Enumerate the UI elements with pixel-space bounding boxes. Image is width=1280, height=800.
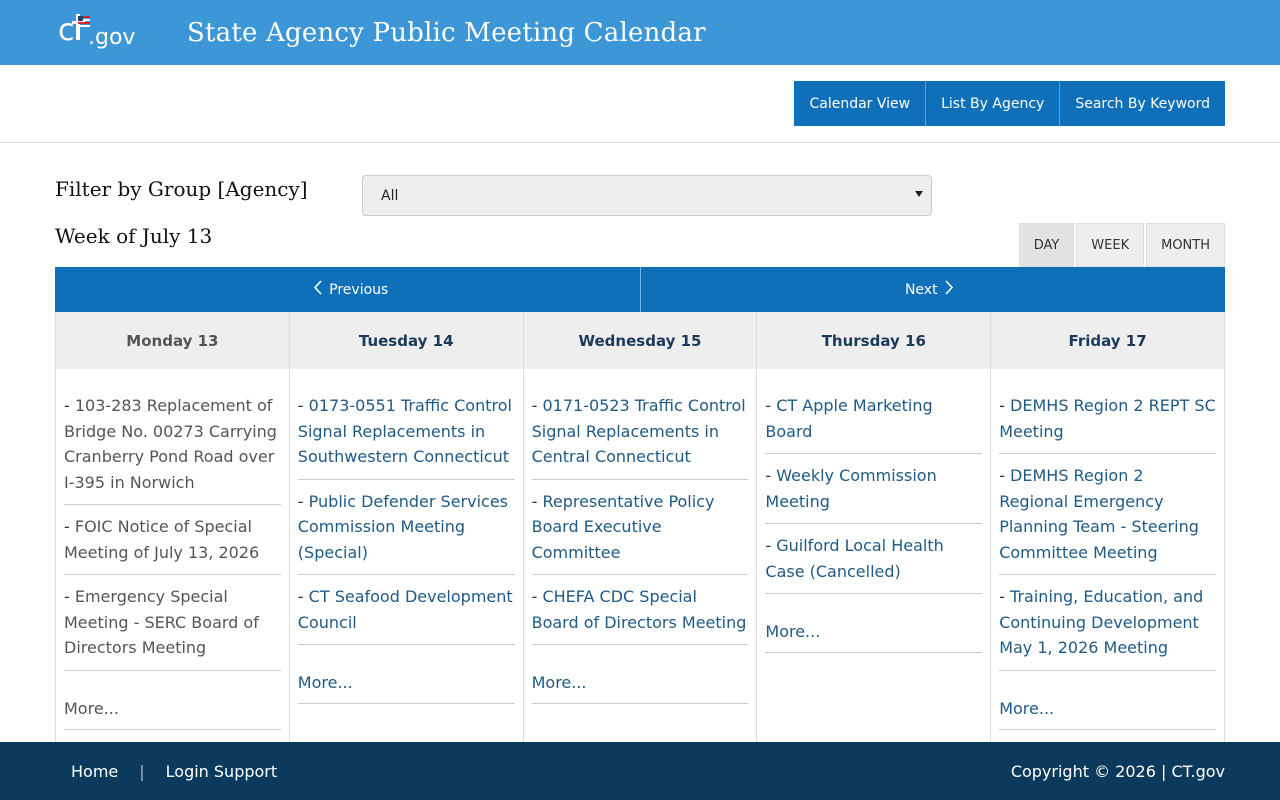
- day-header: Tuesday 14: [289, 312, 523, 369]
- day-events: - DEMHS Region 2 REPT SC Meeting - DEMHS…: [991, 369, 1224, 730]
- view-nav-bar: Calendar View List By Agency Search By K…: [0, 65, 1280, 143]
- tab-calendar-view[interactable]: Calendar View: [794, 81, 927, 126]
- day-header: Monday 13: [56, 312, 289, 369]
- chevron-right-icon: [944, 280, 954, 299]
- day-column-wednesday: Wednesday 15 - 0171-0523 Traffic Control…: [523, 312, 758, 742]
- tab-list-by-agency[interactable]: List By Agency: [926, 81, 1061, 126]
- agency-group-select[interactable]: All: [362, 175, 932, 216]
- event-item[interactable]: - DEMHS Region 2 Regional Emergency Plan…: [999, 463, 1216, 575]
- site-footer: Home | Login Support Copyright © 2026 | …: [0, 742, 1280, 800]
- event-item[interactable]: - Guilford Local Health Case (Cancelled): [765, 533, 983, 594]
- week-heading: Week of July 13: [55, 224, 213, 248]
- event-title[interactable]: CT Apple Marketing Board: [765, 396, 932, 441]
- event-title[interactable]: 0171-0523 Traffic Control Signal Replace…: [532, 396, 746, 466]
- event-item[interactable]: - FOIC Notice of Special Meeting of July…: [64, 514, 281, 575]
- event-item[interactable]: - CT Seafood Development Council: [297, 584, 515, 645]
- previous-label: Previous: [329, 281, 389, 298]
- month-view-button[interactable]: MONTH: [1146, 223, 1225, 267]
- event-item[interactable]: - CT Apple Marketing Board: [765, 393, 983, 454]
- day-column-friday: Friday 17 - DEMHS Region 2 REPT SC Meeti…: [991, 312, 1224, 742]
- ct-gov-logo-icon: c .gov: [58, 13, 135, 50]
- event-item[interactable]: - 103-283 Replacement of Bridge No. 0027…: [64, 393, 281, 505]
- event-item[interactable]: - Representative Policy Board Executive …: [531, 489, 749, 575]
- event-item[interactable]: - Weekly Commission Meeting: [765, 463, 983, 524]
- chevron-left-icon: [313, 280, 322, 299]
- agency-select-value: All: [381, 187, 399, 204]
- event-title[interactable]: Training, Education, and Continuing Deve…: [999, 587, 1203, 657]
- filter-label: Filter by Group [Agency]: [55, 177, 308, 201]
- range-buttons: DAY WEEK MONTH: [1017, 223, 1225, 267]
- event-title[interactable]: DEMHS Region 2 REPT SC Meeting: [999, 396, 1216, 441]
- event-title[interactable]: CHEFA CDC Special Board of Directors Mee…: [532, 587, 747, 632]
- event-title[interactable]: 0173-0551 Traffic Control Signal Replace…: [298, 396, 512, 466]
- event-title[interactable]: Representative Policy Board Executive Co…: [532, 492, 715, 562]
- more-events-link[interactable]: More...: [297, 654, 515, 704]
- event-item[interactable]: - DEMHS Region 2 REPT SC Meeting: [999, 393, 1216, 454]
- footer-login-support-link[interactable]: Login Support: [166, 762, 278, 781]
- agency-filter-row: Filter by Group [Agency] All: [55, 175, 1225, 217]
- more-events-link[interactable]: More...: [999, 680, 1216, 730]
- next-week-button[interactable]: Next: [641, 267, 1226, 312]
- ct-gov-logo[interactable]: c .gov: [58, 9, 138, 57]
- svg-text:.gov: .gov: [88, 25, 135, 50]
- next-label: Next: [904, 281, 938, 298]
- view-tabs: Calendar View List By Agency Search By K…: [794, 81, 1225, 126]
- day-events: - CT Apple Marketing Board - Weekly Comm…: [757, 369, 990, 653]
- previous-week-button[interactable]: Previous: [55, 267, 641, 312]
- event-item[interactable]: - Public Defender Services Commission Me…: [297, 489, 515, 575]
- more-events-link[interactable]: More...: [64, 680, 281, 730]
- day-column-thursday: Thursday 16 - CT Apple Marketing Board -…: [757, 312, 992, 742]
- event-title[interactable]: 103-283 Replacement of Bridge No. 00273 …: [64, 396, 277, 492]
- day-events: - 0171-0523 Traffic Control Signal Repla…: [524, 369, 757, 704]
- site-title: State Agency Public Meeting Calendar: [187, 17, 706, 48]
- site-header: c .gov State Agency Public Meeting Calen…: [0, 0, 1280, 65]
- day-column-monday: Monday 13 - 103-283 Replacement of Bridg…: [56, 312, 290, 742]
- day-header: Thursday 16: [757, 312, 991, 369]
- week-calendar-grid: Monday 13 - 103-283 Replacement of Bridg…: [55, 312, 1225, 742]
- event-item[interactable]: - 0171-0523 Traffic Control Signal Repla…: [531, 393, 749, 480]
- week-pager: Previous Next: [55, 267, 1225, 312]
- event-title[interactable]: CT Seafood Development Council: [298, 587, 513, 632]
- day-header: Friday 17: [991, 312, 1224, 369]
- event-item[interactable]: - Emergency Special Meeting - SERC Board…: [64, 584, 281, 671]
- chevron-down-icon: [915, 191, 923, 197]
- day-header: Wednesday 15: [523, 312, 757, 369]
- event-item[interactable]: - CHEFA CDC Special Board of Directors M…: [531, 584, 749, 645]
- svg-text:c: c: [58, 13, 75, 48]
- tab-search-by-keyword[interactable]: Search By Keyword: [1060, 81, 1225, 126]
- event-title[interactable]: Weekly Commission Meeting: [765, 466, 936, 511]
- footer-home-link[interactable]: Home: [71, 762, 118, 781]
- day-events: - 103-283 Replacement of Bridge No. 0027…: [56, 369, 289, 730]
- event-title[interactable]: Emergency Special Meeting - SERC Board o…: [64, 587, 259, 657]
- copyright-text: Copyright © 2026 | CT.gov: [1010, 761, 1225, 781]
- day-column-tuesday: Tuesday 14 - 0173-0551 Traffic Control S…: [289, 312, 524, 742]
- more-events-link[interactable]: More...: [531, 654, 749, 704]
- event-item[interactable]: - Training, Education, and Continuing De…: [999, 584, 1216, 671]
- week-view-button[interactable]: WEEK: [1076, 223, 1145, 267]
- event-title[interactable]: Public Defender Services Commission Meet…: [298, 492, 508, 562]
- event-title[interactable]: DEMHS Region 2 Regional Emergency Planni…: [999, 466, 1199, 562]
- day-events: - 0173-0551 Traffic Control Signal Repla…: [290, 369, 523, 704]
- footer-separator: |: [139, 761, 145, 781]
- event-item[interactable]: - 0173-0551 Traffic Control Signal Repla…: [297, 393, 515, 480]
- event-title[interactable]: FOIC Notice of Special Meeting of July 1…: [64, 517, 259, 562]
- more-events-link[interactable]: More...: [765, 603, 983, 653]
- footer-links: Home | Login Support: [71, 762, 277, 781]
- event-title[interactable]: Guilford Local Health Case (Cancelled): [765, 536, 943, 581]
- day-view-button[interactable]: DAY: [1018, 223, 1075, 267]
